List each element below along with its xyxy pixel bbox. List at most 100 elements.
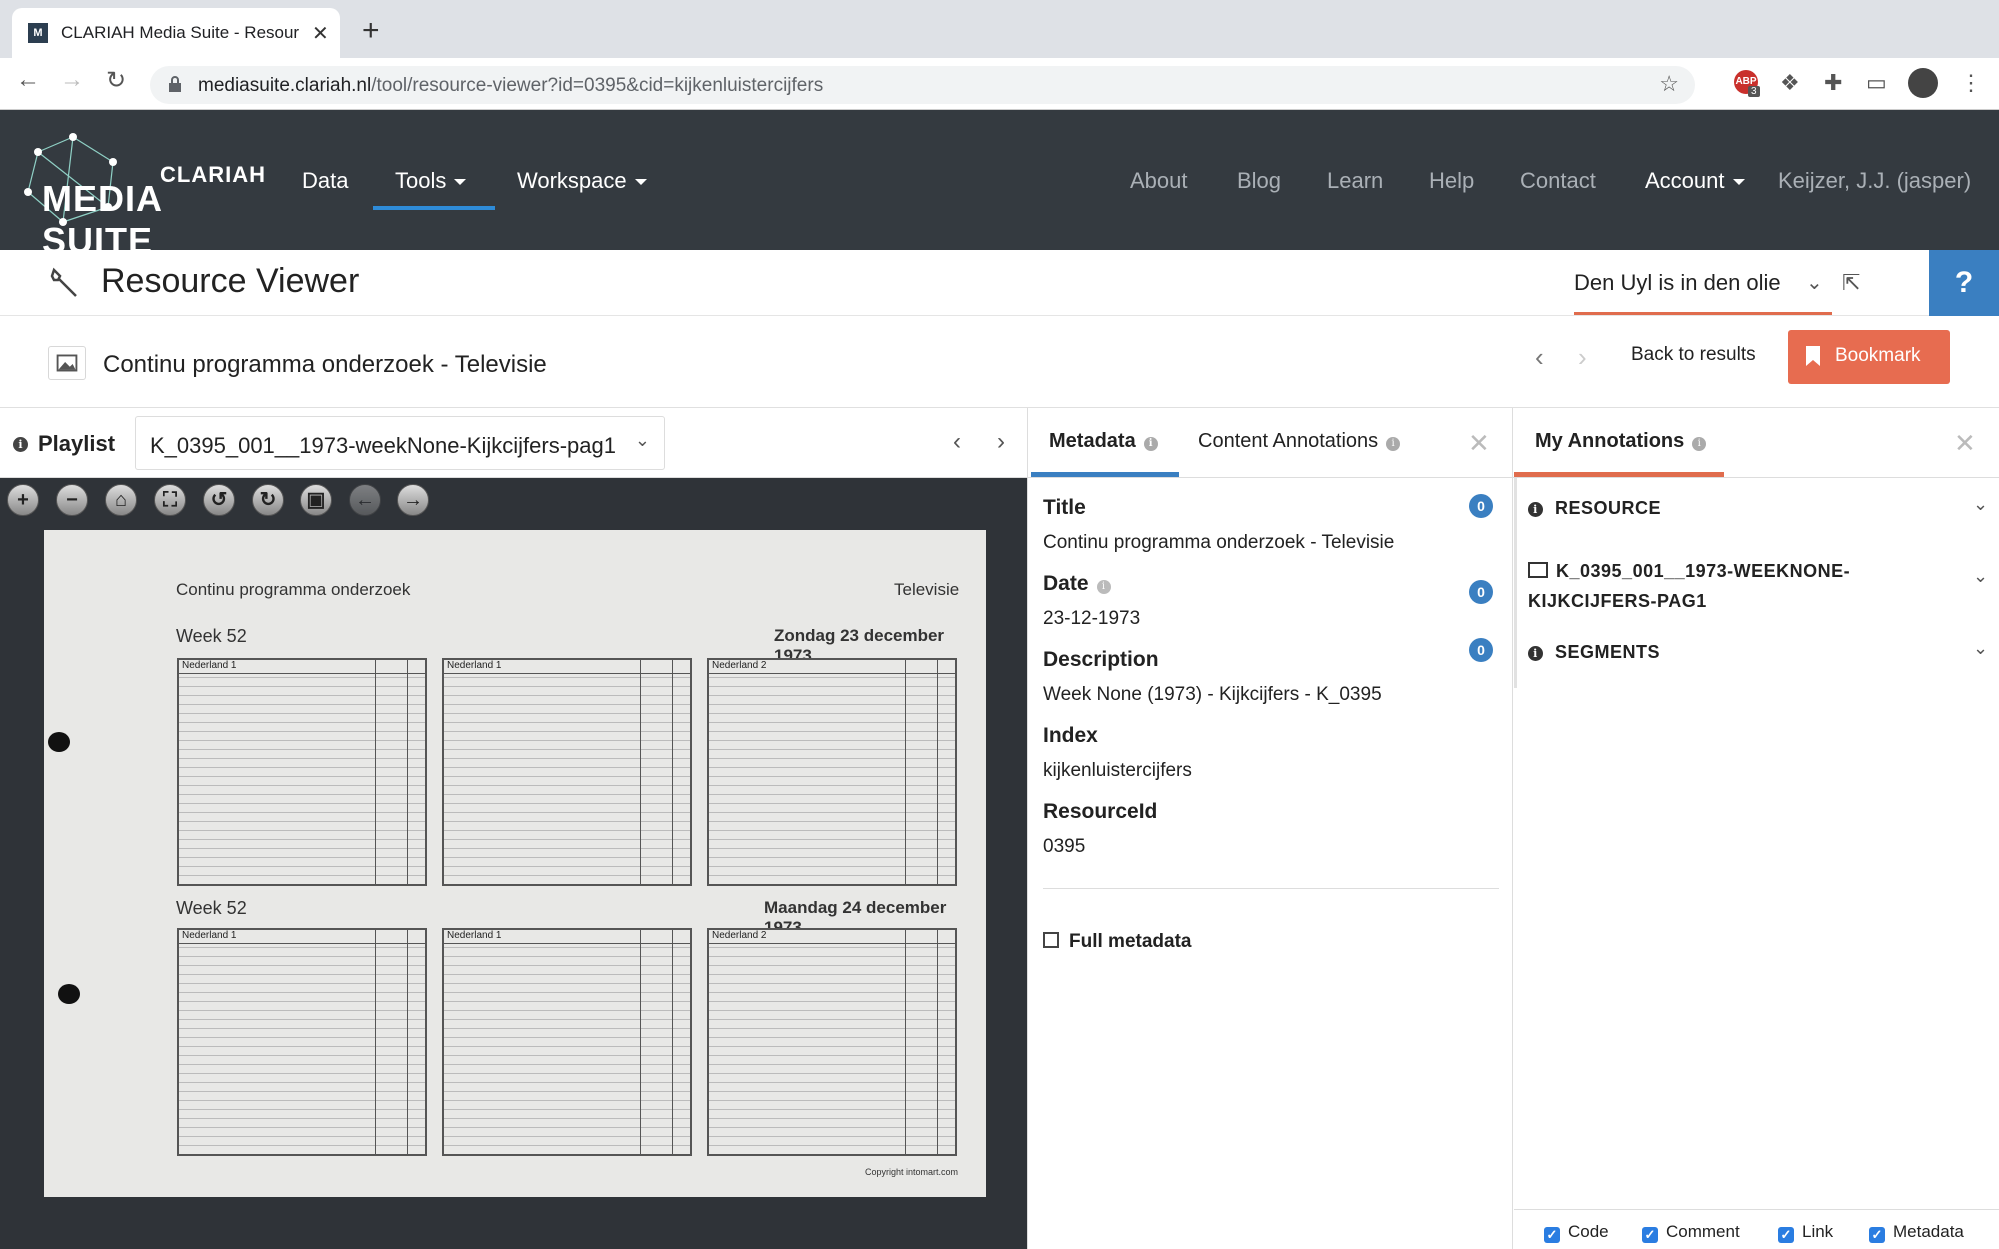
browser-tab[interactable]: M CLARIAH Media Suite - Resour ✕ <box>12 8 340 58</box>
media-suite-logo[interactable]: CLARIAH MEDIA SUITE <box>18 122 265 261</box>
tab-content-annotations[interactable]: Content Annotations i <box>1198 430 1401 453</box>
menu-dots-icon[interactable]: ⋮ <box>1960 70 1982 96</box>
reload-icon[interactable]: ↻ <box>106 66 126 95</box>
metadata-panel: Metadata i Content Annotations i ✕ Title C… <box>1027 408 1514 1249</box>
image-viewer[interactable]: + − ⌂ ⛶ ↺ ↻ ▣ ← → Continu programma onde… <box>0 478 1027 1249</box>
nav-account-label: Account <box>1645 168 1725 193</box>
info-icon[interactable]: i <box>13 437 28 452</box>
prev-result-icon[interactable]: ‹ <box>1535 342 1544 373</box>
home-icon[interactable]: ⌂ <box>105 484 137 516</box>
scan-table: Nederland 2 <box>707 658 957 886</box>
checkbox-checked-icon: ✓ <box>1642 1227 1658 1243</box>
nav-blog[interactable]: Blog <box>1237 168 1281 194</box>
close-icon[interactable]: ✕ <box>1468 428 1490 459</box>
filter-code-label: Code <box>1568 1222 1609 1241</box>
scan-table-header: Nederland 1 <box>179 930 425 944</box>
scan-table: Nederland 2 <box>707 928 957 1156</box>
new-tab-icon[interactable]: + <box>362 16 380 46</box>
metadata-date-label: Date <box>1043 572 1089 595</box>
playlist-prev-icon[interactable]: ‹ <box>953 428 961 456</box>
help-button[interactable]: ? <box>1929 250 1999 316</box>
punch-hole <box>58 984 80 1004</box>
section-resource[interactable]: i RESOURCE <box>1528 498 1661 519</box>
annotations-panel: My Annotations i ✕ i RESOURCE K_0395_001__… <box>1514 408 1999 1249</box>
tab-metadata[interactable]: Metadata i <box>1049 430 1158 453</box>
section-segments[interactable]: i SEGMENTS <box>1528 642 1660 663</box>
chevron-down-icon[interactable]: ⌄ <box>1973 494 1988 515</box>
nav-contact[interactable]: Contact <box>1520 168 1596 194</box>
chevron-down-icon[interactable]: ⌄ <box>1973 566 1988 587</box>
nav-user[interactable]: Keijzer, J.J. (jasper) <box>1778 168 1971 194</box>
back-to-results-link[interactable]: Back to results <box>1631 344 1756 366</box>
scanned-document: Continu programma onderzoek Televisie We… <box>44 530 986 1197</box>
filter-code-checkbox[interactable]: ✓ Code <box>1544 1222 1609 1243</box>
scan-copyright: Copyright intomart.com <box>864 1167 958 1177</box>
section-item[interactable]: K_0395_001__1973-WEEKNONE- KIJKCIJFERS-PA… <box>1528 556 1850 616</box>
playlist-select[interactable]: K_0395_001__1973-weekNone-Kijkcijfers-pa… <box>135 416 665 470</box>
nav-learn[interactable]: Learn <box>1327 168 1383 194</box>
tab-divider <box>1028 477 1514 478</box>
external-link-icon[interactable]: ⇱ <box>1842 270 1860 296</box>
zoom-out-icon[interactable]: − <box>56 484 88 516</box>
panel-left-rule <box>1514 478 1517 688</box>
nav-workspace[interactable]: Workspace <box>517 168 647 194</box>
tab-close-icon[interactable]: ✕ <box>312 21 329 46</box>
browser-chrome: M CLARIAH Media Suite - Resour ✕ + ← → ↻… <box>0 0 1999 110</box>
section-resource-label: RESOURCE <box>1555 498 1662 518</box>
nav-help[interactable]: Help <box>1429 168 1474 194</box>
filter-metadata-checkbox[interactable]: ✓ Metadata <box>1869 1222 1964 1243</box>
rotate-left-icon[interactable]: ↺ <box>203 484 235 516</box>
address-bar: ← → ↻ mediasuite.clariah.nl/tool/resourc… <box>0 58 1999 110</box>
chevron-down-icon <box>1732 179 1745 186</box>
nav-account[interactable]: Account <box>1645 168 1745 194</box>
chevron-down-icon[interactable]: ⌄ <box>1973 638 1988 659</box>
nav-data[interactable]: Data <box>302 168 348 194</box>
next-page-icon[interactable]: → <box>397 484 429 516</box>
url-host: mediasuite.clariah.nl <box>198 75 372 96</box>
extensions-icon[interactable]: ✚ <box>1824 70 1842 96</box>
chevron-down-icon <box>634 179 647 186</box>
tab-title: CLARIAH Media Suite - Resour <box>61 23 300 42</box>
fit-page-icon[interactable]: ▣ <box>300 484 332 516</box>
nav-tools[interactable]: Tools <box>395 168 467 194</box>
tab-my-annotations[interactable]: My Annotations i <box>1535 430 1707 453</box>
chevron-down-icon <box>454 179 467 186</box>
forward-icon[interactable]: → <box>60 66 84 94</box>
chevron-down-icon[interactable]: ⌄ <box>1806 270 1823 295</box>
nav-about[interactable]: About <box>1130 168 1188 194</box>
playlist-header: i Playlist K_0395_001__1973-weekNone-Kij… <box>0 408 1027 478</box>
checkbox-checked-icon: ✓ <box>1544 1227 1560 1243</box>
scan-week-1: Week 52 <box>176 626 247 646</box>
filter-metadata-label: Metadata <box>1893 1222 1964 1241</box>
scan-table-header: Nederland 1 <box>179 660 425 674</box>
resource-bar: Continu programma onderzoek - Televisie … <box>0 316 1999 408</box>
bookmark-icon <box>1806 346 1820 366</box>
bookmark-star-icon[interactable]: ☆ <box>1659 71 1679 97</box>
close-icon[interactable]: ✕ <box>1954 428 1976 459</box>
filter-comment-checkbox[interactable]: ✓ Comment <box>1642 1222 1740 1243</box>
nav-tools-label: Tools <box>395 168 447 193</box>
fullscreen-icon[interactable]: ⛶ <box>154 484 186 516</box>
playlist-next-icon[interactable]: › <box>997 428 1005 456</box>
rotate-right-icon[interactable]: ↻ <box>252 484 284 516</box>
metadata-description-key: Description <box>1043 648 1159 671</box>
bookmark-button[interactable]: Bookmark <box>1788 330 1950 384</box>
url-field[interactable]: mediasuite.clariah.nl/tool/resource-view… <box>150 66 1695 104</box>
playlist-selected-value: K_0395_001__1973-weekNone-Kijkcijfers-pa… <box>150 433 616 458</box>
full-metadata-link[interactable]: Full metadata <box>1043 931 1191 953</box>
cast-icon[interactable]: ▭ <box>1866 70 1887 96</box>
info-icon: i <box>1386 437 1401 451</box>
collection-underline <box>1574 312 1832 315</box>
zoom-in-icon[interactable]: + <box>7 484 39 516</box>
dropbox-icon[interactable]: ❖ <box>1780 70 1800 96</box>
collection-selector[interactable]: Den Uyl is in den olie <box>1574 270 1781 296</box>
next-result-icon[interactable]: › <box>1578 342 1587 373</box>
annotation-filters: ✓ Code ✓ Comment ✓ Link ✓ Metadata <box>1514 1209 1999 1249</box>
chevron-down-icon: ⌄ <box>634 430 650 450</box>
previous-page-icon[interactable]: ← <box>349 484 381 516</box>
profile-icon[interactable] <box>1908 68 1938 98</box>
filter-link-checkbox[interactable]: ✓ Link <box>1778 1222 1833 1243</box>
back-icon[interactable]: ← <box>16 66 40 94</box>
scan-table: Nederland 1 <box>177 928 427 1156</box>
item-count-badge: 0 <box>1469 580 1493 604</box>
